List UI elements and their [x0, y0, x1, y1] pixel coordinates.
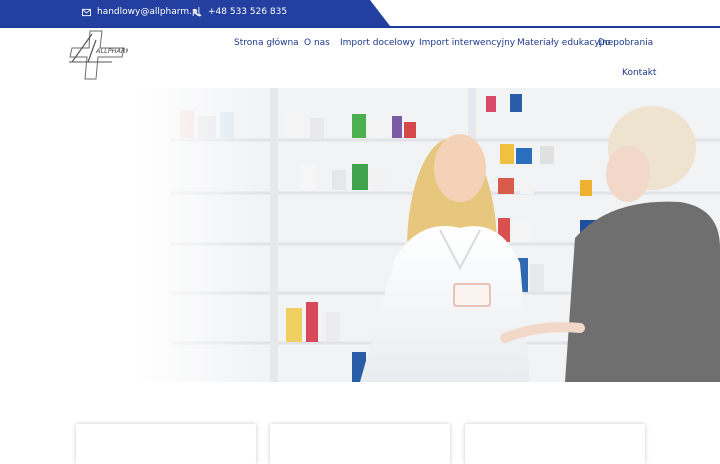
feature-card[interactable]: [270, 424, 450, 464]
pharmacy-hero-image: [0, 88, 720, 382]
contact-phone-text[interactable]: +48 533 526 835: [208, 7, 287, 17]
nav-targeted-import[interactable]: Import docelowy: [340, 38, 415, 48]
contact-email[interactable]: handlowy@allpharm.pl: [82, 7, 200, 17]
contact-email-text[interactable]: handlowy@allpharm.pl: [97, 7, 200, 17]
top-contact-bar: handlowy@allpharm.pl +48 533 526 835: [0, 0, 720, 28]
nav-emergency-import[interactable]: Import interwencyjny: [419, 38, 515, 48]
nav-home[interactable]: Strona główna: [234, 38, 299, 48]
feature-cards-section: [0, 382, 720, 464]
nav-downloads[interactable]: Do pobrania: [598, 38, 653, 48]
hero-banner: [0, 88, 720, 382]
feature-card[interactable]: [76, 424, 256, 464]
allpharm-logo[interactable]: ALLPHARM: [66, 28, 128, 82]
phone-icon: [193, 8, 202, 16]
nav-contact[interactable]: Kontakt: [622, 68, 656, 78]
feature-card[interactable]: [465, 424, 645, 464]
nav-about[interactable]: O nas: [304, 38, 330, 48]
logo-text: ALLPHARM: [95, 47, 128, 55]
envelope-icon: [82, 8, 91, 16]
contact-phone[interactable]: +48 533 526 835: [193, 7, 287, 17]
